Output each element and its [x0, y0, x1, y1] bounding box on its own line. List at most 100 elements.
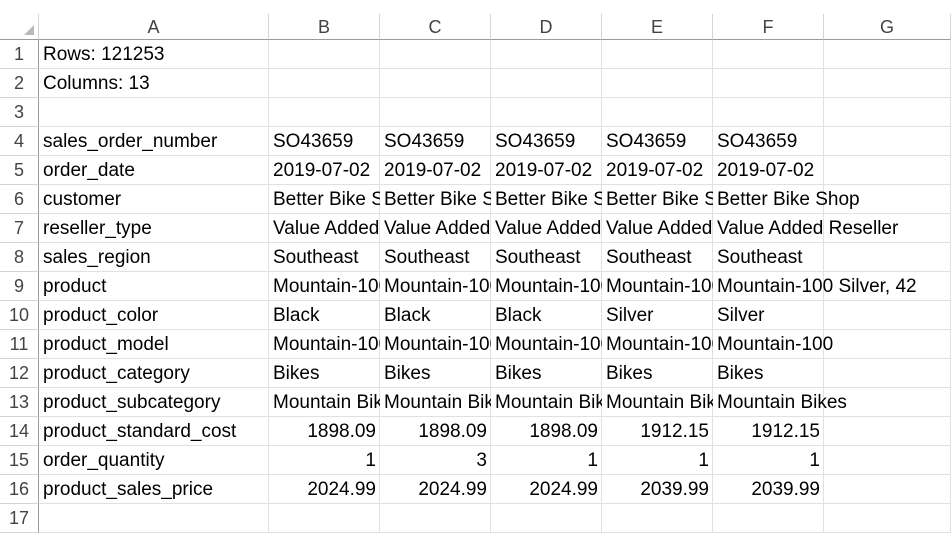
ribbon-edge — [0, 0, 951, 15]
cell-value: Southeast — [606, 247, 692, 268]
cell-e17[interactable] — [602, 504, 713, 533]
cell-value: customer — [43, 189, 122, 210]
cell-f3[interactable] — [713, 98, 824, 127]
row-header-4[interactable]: 4 — [0, 127, 39, 156]
cell-e3[interactable] — [602, 98, 713, 127]
cell-value: Value Added Reseller — [273, 218, 380, 239]
row-header-16[interactable]: 16 — [0, 475, 39, 504]
row-header-2[interactable]: 2 — [0, 69, 39, 98]
cell-value: Better Bike Shop — [384, 189, 491, 210]
cell-value: reseller_type — [43, 218, 152, 239]
cell-value: 2019-07-02 — [606, 160, 704, 181]
cell-c3[interactable] — [380, 98, 491, 127]
column-header-g[interactable]: G — [824, 14, 951, 40]
cell-b3[interactable] — [269, 98, 380, 127]
cell-value: Southeast — [384, 247, 470, 268]
cell-value: 1 — [698, 450, 709, 471]
cell-value: order_quantity — [43, 450, 165, 471]
cell-c17[interactable] — [380, 504, 491, 533]
cell-value: Southeast — [717, 247, 803, 268]
cell-value: SO43659 — [606, 131, 687, 152]
cell-value: product_standard_cost — [43, 421, 237, 442]
cell-value: Silver — [606, 305, 654, 326]
cell-value: 2019-07-02 — [384, 160, 482, 181]
cell-g17[interactable] — [824, 504, 951, 533]
cell-g14[interactable] — [824, 417, 951, 446]
cell-value: Rows: 121253 — [43, 44, 165, 65]
row-header-17[interactable]: 17 — [0, 504, 39, 533]
cell-value: Mountain-100 Black, 42 — [273, 276, 380, 297]
column-header-c[interactable]: C — [380, 14, 491, 40]
cell-value: Value Added Reseller — [717, 218, 899, 239]
cell-value: 2019-07-02 — [495, 160, 593, 181]
cell-value: 2039.99 — [751, 479, 820, 500]
select-all-button[interactable] — [0, 14, 39, 40]
cell-value: Mountain-100 — [273, 334, 380, 355]
cell-value: Better Bike Shop — [606, 189, 713, 210]
cell-value: Mountain Bikes — [717, 392, 847, 413]
cell-value: Mountain Bikes — [495, 392, 602, 413]
cell-a17[interactable] — [39, 504, 269, 533]
cell-value: Value Added Reseller — [606, 218, 713, 239]
cell-b17[interactable] — [269, 504, 380, 533]
cell-value: Mountain-100 Silver, 38 — [606, 276, 713, 297]
cell-value: sales_region — [43, 247, 151, 268]
column-header-a[interactable]: A — [39, 14, 269, 40]
cell-value: product_model — [43, 334, 169, 355]
row-header-7[interactable]: 7 — [0, 214, 39, 243]
cell-value: 1898.09 — [529, 421, 598, 442]
cell-value: SO43659 — [273, 131, 354, 152]
cell-g16[interactable] — [824, 475, 951, 504]
cell-value: Bikes — [495, 363, 542, 384]
cell-value: SO43659 — [717, 131, 798, 152]
cell-value: product_subcategory — [43, 392, 221, 413]
row-header-6[interactable]: 6 — [0, 185, 39, 214]
cell-g3[interactable] — [824, 98, 951, 127]
cell-value: SO43659 — [384, 131, 465, 152]
cell-value: product — [43, 276, 107, 297]
row-header-12[interactable]: 12 — [0, 359, 39, 388]
row-header-15[interactable]: 15 — [0, 446, 39, 475]
cell-value: Silver — [717, 305, 765, 326]
cell-a3[interactable] — [39, 98, 269, 127]
cell-value: Mountain-100 — [495, 334, 602, 355]
row-header-1[interactable]: 1 — [0, 40, 39, 69]
row-header-3[interactable]: 3 — [0, 98, 39, 127]
cell-value: Southeast — [495, 247, 581, 268]
cell-value: 1912.15 — [751, 421, 820, 442]
cell-value: 1898.09 — [418, 421, 487, 442]
cell-value: Bikes — [717, 363, 764, 384]
cell-f17[interactable] — [713, 504, 824, 533]
row-header-11[interactable]: 11 — [0, 330, 39, 359]
row-header-10[interactable]: 10 — [0, 301, 39, 330]
cell-value: Better Bike Shop — [273, 189, 380, 210]
row-header-5[interactable]: 5 — [0, 156, 39, 185]
cell-value: Value Added Reseller — [495, 218, 602, 239]
cell-value: 1 — [809, 450, 820, 471]
cell-value: 2024.99 — [529, 479, 598, 500]
cell-value: Better Bike Shop — [717, 189, 860, 210]
column-header-e[interactable]: E — [602, 14, 713, 40]
cell-value: 2019-07-02 — [717, 160, 815, 181]
cell-value: Columns: 13 — [43, 73, 150, 94]
cell-value: Bikes — [606, 363, 653, 384]
row-header-13[interactable]: 13 — [0, 388, 39, 417]
cell-d17[interactable] — [491, 504, 602, 533]
cell-value: product_color — [43, 305, 159, 326]
cell-d3[interactable] — [491, 98, 602, 127]
column-header-f[interactable]: F — [713, 14, 824, 40]
cell-value: Value Added Reseller — [384, 218, 491, 239]
cell-value: Southeast — [273, 247, 359, 268]
cell-g15[interactable] — [824, 446, 951, 475]
row-header-8[interactable]: 8 — [0, 243, 39, 272]
column-header-d[interactable]: D — [491, 14, 602, 40]
row-header-14[interactable]: 14 — [0, 417, 39, 446]
cell-value: Mountain Bikes — [273, 392, 380, 413]
row-header-9[interactable]: 9 — [0, 272, 39, 301]
cell-value: product_category — [43, 363, 190, 384]
cell-value: 1 — [365, 450, 376, 471]
column-header-b[interactable]: B — [269, 14, 380, 40]
cell-value: order_date — [43, 160, 135, 181]
cell-value: Bikes — [273, 363, 320, 384]
cell-value: Black — [495, 305, 542, 326]
